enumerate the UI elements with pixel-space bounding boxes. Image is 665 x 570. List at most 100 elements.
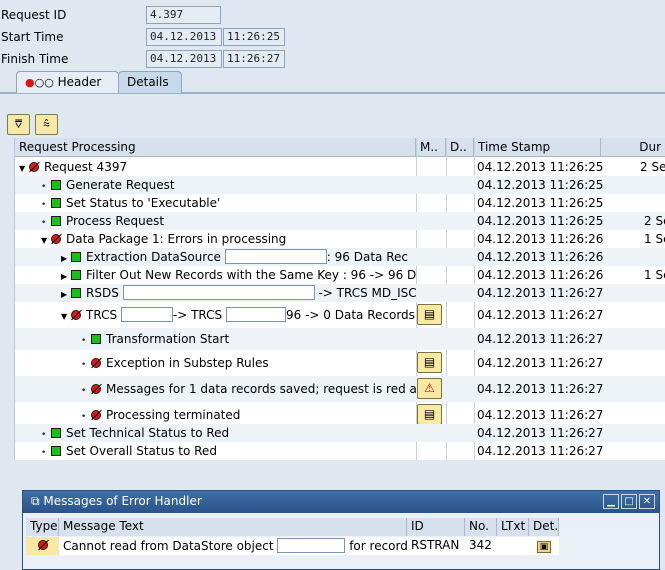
- row-text: Set Status to 'Executable': [66, 196, 221, 210]
- green-status-icon: [51, 180, 61, 190]
- message-text-2: for record 71: [349, 539, 407, 553]
- row-timestamp: 04.12.2013 11:26:25: [477, 196, 604, 210]
- tree-row[interactable]: ▶ RSDS -> TRCS MD_ISC 04.12.2013 11:26:27: [15, 284, 665, 302]
- column-timestamp[interactable]: Time Stamp: [474, 138, 601, 157]
- green-status-icon: [71, 288, 81, 298]
- dialog-column-type[interactable]: Type: [26, 518, 59, 536]
- row-timestamp: 04.12.2013 11:26:27: [477, 426, 604, 440]
- dialog-column-id[interactable]: ID: [407, 518, 465, 536]
- tree-row[interactable]: ▶ Filter Out New Records with the Same Ke…: [15, 266, 665, 284]
- row-text: Transformation Start: [106, 332, 230, 346]
- row-text: Processing terminated: [106, 408, 241, 422]
- tree-row[interactable]: • Messages for 1 data records saved; requ…: [15, 376, 665, 402]
- redacted-field: [277, 538, 346, 553]
- row-timestamp: 04.12.2013 11:26:27: [477, 286, 604, 300]
- start-time-label: Start Time: [1, 30, 64, 44]
- tab-details[interactable]: Details: [118, 71, 182, 93]
- collapse-all-button[interactable]: ⩯: [35, 114, 58, 135]
- start-date-field[interactable]: 04.12.2013: [146, 28, 222, 46]
- request-id-field[interactable]: 4.397: [146, 6, 221, 24]
- row-timestamp: 04.12.2013 11:26:26: [477, 250, 604, 264]
- status-lamps-icon-2: ○○: [34, 76, 54, 89]
- row-text: Process Request: [66, 214, 165, 228]
- tree-row[interactable]: ▼ TRCS -> TRCS 96 -> 0 Data Records ▤ 04.…: [15, 302, 665, 328]
- maximize-icon: □: [624, 496, 634, 507]
- request-processing-tree: Request Processing M.. D.. Time Stamp Du…: [14, 138, 665, 460]
- expand-all-button[interactable]: ⩢: [7, 114, 30, 135]
- scroll-icon: ▤: [423, 407, 436, 421]
- tab-details-label: Details: [127, 75, 169, 89]
- error-log-button[interactable]: ⚠: [417, 378, 442, 399]
- finish-time-label: Finish Time: [1, 52, 69, 66]
- dialog-column-ltxt[interactable]: LTxt: [497, 518, 529, 536]
- expand-arrow-icon[interactable]: ▼: [41, 232, 51, 248]
- green-status-icon: [71, 270, 81, 280]
- message-log-button[interactable]: ▤: [417, 404, 442, 425]
- bullet-icon: •: [41, 430, 47, 440]
- tree-row[interactable]: ▼ Data Package 1: Errors in processing 04…: [15, 230, 665, 248]
- column-m[interactable]: M..: [416, 138, 446, 157]
- window-icon: ⧉: [31, 494, 40, 508]
- message-detail-button[interactable]: ▣: [529, 537, 559, 555]
- tree-row[interactable]: • Generate Request 04.12.2013 11:26:25: [15, 176, 665, 194]
- green-status-icon: [51, 446, 61, 456]
- tab-header[interactable]: ●○○ Header: [16, 71, 119, 93]
- row-text: Data Package 1: Errors in processing: [66, 232, 287, 246]
- column-duration[interactable]: Dur: [601, 138, 665, 157]
- column-d[interactable]: D..: [446, 138, 474, 157]
- bullet-icon: •: [41, 182, 47, 192]
- dialog-column-no[interactable]: No.: [465, 518, 497, 536]
- red-status-icon: [91, 384, 101, 394]
- status-lamps-icon: ●: [25, 76, 35, 89]
- dialog-column-det[interactable]: Det.: [529, 518, 559, 536]
- red-status-icon: [91, 410, 101, 420]
- collapsed-arrow-icon[interactable]: ▶: [61, 250, 71, 266]
- dialog-column-text[interactable]: Message Text: [59, 518, 407, 536]
- row-timestamp: 04.12.2013 11:26:27: [477, 356, 604, 370]
- tree-row[interactable]: • Set Technical Status to Red 04.12.2013 …: [15, 424, 665, 442]
- tree-row[interactable]: • Set Status to 'Executable' 04.12.2013 1…: [15, 194, 665, 212]
- message-ltxt-cell[interactable]: [497, 537, 529, 555]
- maximize-button[interactable]: □: [621, 494, 637, 509]
- tree-row[interactable]: ▶ Extraction DataSource : 96 Data Rec 04.…: [15, 248, 665, 266]
- dialog-titlebar[interactable]: ⧉ Messages of Error Handler: [23, 491, 659, 513]
- close-button[interactable]: ✕: [639, 494, 655, 509]
- tree-row[interactable]: • Set Overall Status to Red 04.12.2013 11…: [15, 442, 665, 460]
- message-id-cell: RSTRAN: [407, 537, 465, 555]
- row-duration: 1 Se: [644, 232, 665, 246]
- collapsed-arrow-icon[interactable]: ▶: [61, 268, 71, 284]
- row-timestamp: 04.12.2013 11:26:27: [477, 382, 604, 396]
- close-icon: ✕: [642, 496, 652, 507]
- tree-row[interactable]: • Transformation Start 04.12.2013 11:26:2…: [15, 328, 665, 350]
- message-no-cell: 342: [465, 537, 497, 555]
- tree-row[interactable]: • Exception in Substep Rules ▤ 04.12.2013…: [15, 350, 665, 376]
- finish-date-field[interactable]: 04.12.2013: [146, 50, 222, 68]
- detail-icon: ▣: [536, 541, 552, 553]
- finish-time-field[interactable]: 11:26:27: [223, 50, 285, 68]
- row-text: Generate Request: [66, 178, 175, 192]
- start-time-field[interactable]: 11:26:25: [223, 28, 285, 46]
- row-text-3: 96 -> 0 Data Records: [286, 308, 415, 322]
- message-log-button[interactable]: ▤: [417, 304, 442, 325]
- bullet-icon: •: [81, 336, 87, 346]
- message-text-cell[interactable]: Cannot read from DataStore object for re…: [59, 537, 407, 555]
- row-text: Exception in Substep Rules: [106, 356, 269, 370]
- collapsed-arrow-icon[interactable]: ▶: [61, 286, 71, 302]
- row-text: Filter Out New Records with the Same Key…: [86, 268, 416, 282]
- dialog-title: Messages of Error Handler: [43, 494, 202, 508]
- bullet-icon: •: [41, 200, 47, 210]
- tree-row[interactable]: • Process Request 04.12.2013 11:26:25 2 S…: [15, 212, 665, 230]
- tree-row[interactable]: ▼ Request 4397 04.12.2013 11:26:25 2 Se: [15, 158, 665, 176]
- row-timestamp: 04.12.2013 11:26:27: [477, 332, 604, 346]
- row-timestamp: 04.12.2013 11:26:27: [477, 444, 604, 458]
- row-timestamp: 04.12.2013 11:26:27: [477, 308, 604, 322]
- expand-arrow-icon[interactable]: ▼: [61, 304, 71, 328]
- green-status-icon: [71, 252, 81, 262]
- message-log-button[interactable]: ▤: [417, 352, 442, 373]
- expand-arrow-icon[interactable]: ▼: [19, 160, 29, 176]
- minimize-button[interactable]: ▁: [603, 494, 619, 509]
- column-request-processing[interactable]: Request Processing: [15, 138, 416, 157]
- warning-scroll-icon: ⚠: [424, 381, 435, 395]
- row-text-2: -> TRCS MD_ISC: [318, 286, 416, 300]
- error-lamp-icon: [37, 540, 48, 550]
